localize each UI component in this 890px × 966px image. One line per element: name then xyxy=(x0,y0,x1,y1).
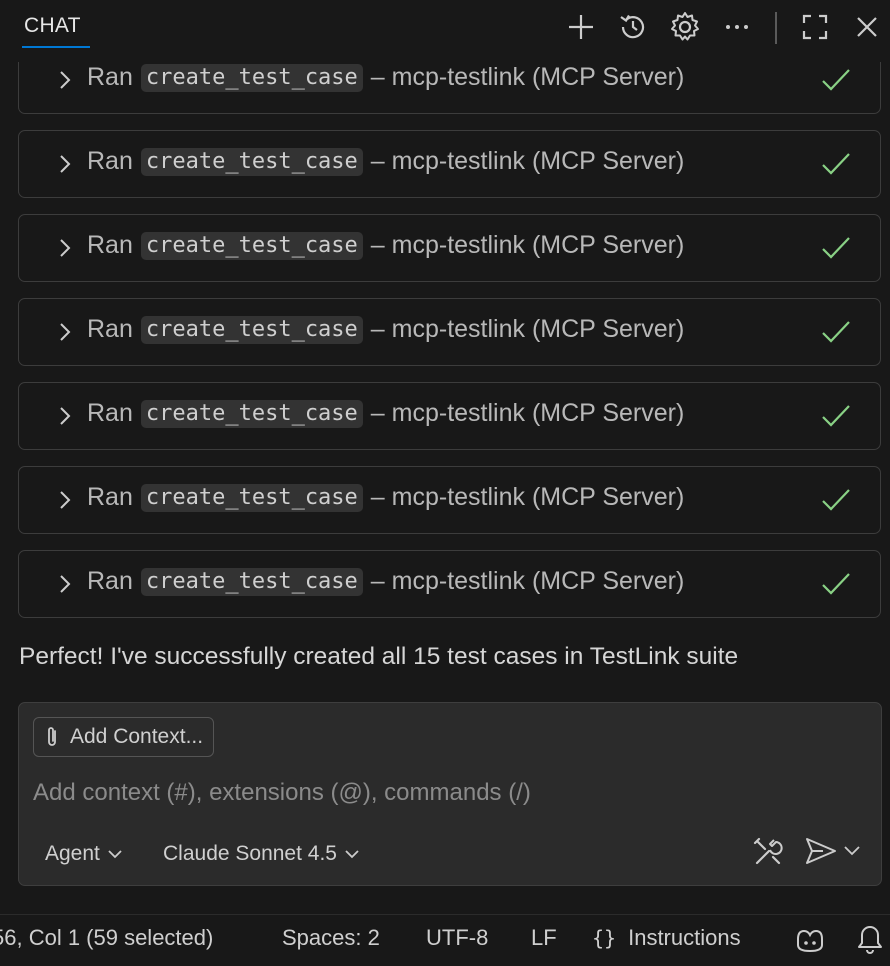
mode-picker[interactable]: Agent xyxy=(45,837,122,871)
chevron-right-icon xyxy=(60,491,71,509)
tool-call-source: – mcp-testlink (MCP Server) xyxy=(370,147,685,175)
check-icon xyxy=(822,489,850,511)
tool-call-source: – mcp-testlink (MCP Server) xyxy=(370,315,685,343)
bell-icon[interactable] xyxy=(856,923,884,955)
tool-call-source: – mcp-testlink (MCP Server) xyxy=(370,483,685,511)
paperclip-icon xyxy=(48,727,56,746)
tool-call-row[interactable]: Ran create_test_case – mcp-testlink (MCP… xyxy=(18,62,881,114)
tool-call-source: – mcp-testlink (MCP Server) xyxy=(370,567,685,595)
tools-icon[interactable] xyxy=(751,835,785,869)
tool-call-row[interactable]: Ran create_test_case – mcp-testlink (MCP… xyxy=(18,466,881,534)
tool-call-prefix: Ran xyxy=(87,483,133,511)
tool-call-source: – mcp-testlink (MCP Server) xyxy=(370,399,685,427)
braces-icon: {} xyxy=(592,926,617,950)
tool-call-prefix: Ran xyxy=(87,147,133,175)
plus-icon[interactable] xyxy=(562,8,600,46)
tool-call-row[interactable]: Ran create_test_case – mcp-testlink (MCP… xyxy=(18,382,881,450)
chevron-right-icon xyxy=(60,155,71,173)
language-mode[interactable]: {} Instructions xyxy=(592,925,741,951)
indentation-status[interactable]: Spaces: 2 xyxy=(282,925,380,951)
tool-name: create_test_case xyxy=(140,315,363,344)
send-icon[interactable] xyxy=(803,833,839,869)
tool-call-row[interactable]: Ran create_test_case – mcp-testlink (MCP… xyxy=(18,130,881,198)
model-picker[interactable]: Claude Sonnet 4.5 xyxy=(163,837,359,871)
tool-call-row[interactable]: Ran create_test_case – mcp-testlink (MCP… xyxy=(18,298,881,366)
status-bar: 56, Col 1 (59 selected) Spaces: 2 UTF-8 … xyxy=(0,914,890,966)
language-label: Instructions xyxy=(628,925,741,950)
more-icon[interactable] xyxy=(718,8,756,46)
add-context-button[interactable]: Add Context... xyxy=(33,717,215,757)
tool-name: create_test_case xyxy=(140,63,363,92)
history-icon[interactable] xyxy=(614,8,652,46)
tool-call-row[interactable]: Ran create_test_case – mcp-testlink (MCP… xyxy=(18,214,881,282)
chevron-right-icon xyxy=(60,575,71,593)
tool-call-prefix: Ran xyxy=(87,315,133,343)
tool-call-source: – mcp-testlink (MCP Server) xyxy=(370,231,685,259)
chevron-down-icon xyxy=(108,850,122,859)
check-icon xyxy=(822,153,850,175)
chevron-right-icon xyxy=(60,239,71,257)
chevron-down-icon[interactable] xyxy=(843,843,861,859)
chat-header: CHAT xyxy=(0,0,890,62)
eol-status[interactable]: LF xyxy=(531,925,557,951)
encoding-status[interactable]: UTF-8 xyxy=(426,925,488,951)
tool-call-row[interactable]: Ran create_test_case – mcp-testlink (MCP… xyxy=(18,550,881,618)
tool-name: create_test_case xyxy=(140,231,363,260)
gear-icon[interactable] xyxy=(666,8,704,46)
tool-call-prefix: Ran xyxy=(87,399,133,427)
chevron-right-icon xyxy=(60,71,71,89)
add-context-label: Add Context... xyxy=(70,725,204,748)
assistant-message: Perfect! I've successfully created all 1… xyxy=(19,643,739,670)
tool-call-prefix: Ran xyxy=(87,567,133,595)
check-icon xyxy=(822,69,850,91)
tool-call-prefix: Ran xyxy=(87,231,133,259)
copilot-icon[interactable] xyxy=(794,925,826,955)
check-icon xyxy=(822,321,850,343)
chat-transcript: Ran create_test_case – mcp-testlink (MCP… xyxy=(0,62,890,702)
mode-label: Agent xyxy=(45,842,100,865)
tool-name: create_test_case xyxy=(140,567,363,596)
tool-name: create_test_case xyxy=(140,147,363,176)
close-icon[interactable] xyxy=(848,8,886,46)
chevron-down-icon xyxy=(345,850,359,859)
tab-chat[interactable]: CHAT xyxy=(24,14,81,38)
check-icon xyxy=(822,237,850,259)
maximize-icon[interactable] xyxy=(796,8,834,46)
chat-input[interactable] xyxy=(33,779,853,807)
check-icon xyxy=(822,573,850,595)
tool-call-source: – mcp-testlink (MCP Server) xyxy=(370,63,685,91)
header-separator xyxy=(775,12,777,44)
chat-input-box: Add Context... Agent Claude Sonnet 4.5 xyxy=(18,702,882,886)
check-icon xyxy=(822,405,850,427)
active-tab-indicator xyxy=(22,46,90,48)
model-label: Claude Sonnet 4.5 xyxy=(163,842,337,865)
tool-call-prefix: Ran xyxy=(87,63,133,91)
tool-name: create_test_case xyxy=(140,399,363,428)
cursor-position[interactable]: 56, Col 1 (59 selected) xyxy=(0,925,213,951)
tool-name: create_test_case xyxy=(140,483,363,512)
chevron-right-icon xyxy=(60,323,71,341)
chevron-right-icon xyxy=(60,407,71,425)
